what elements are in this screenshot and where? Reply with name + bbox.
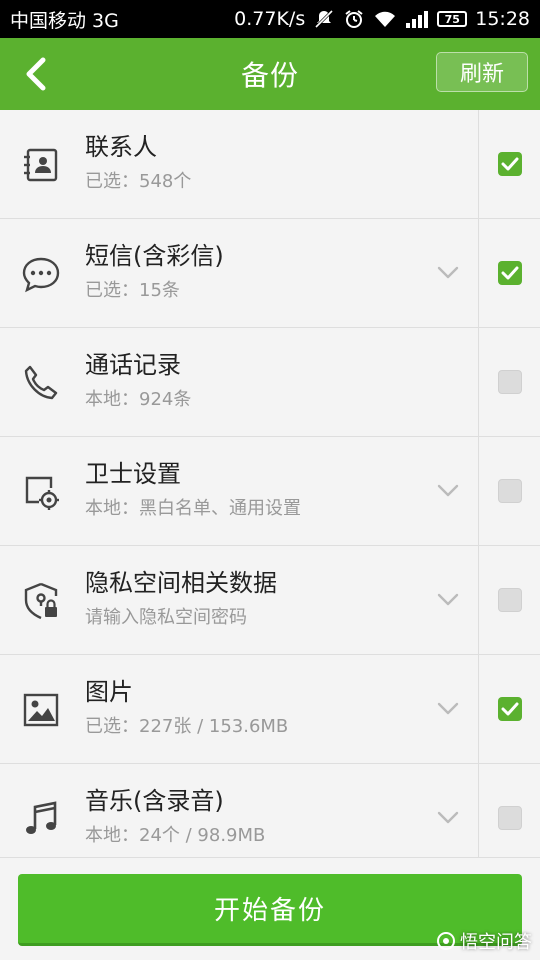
- item-text: 卫士设置本地：黑白名单、通用设置: [85, 459, 301, 521]
- item-name: 通话记录: [85, 351, 181, 379]
- item-checkbox[interactable]: [498, 806, 522, 830]
- backup-item-row[interactable]: 隐私空间相关数据请输入隐私空间密码: [0, 546, 540, 655]
- item-detail: 本地：924条: [85, 389, 192, 410]
- refresh-button[interactable]: 刷新: [436, 52, 528, 92]
- item-checkbox[interactable]: [498, 588, 522, 612]
- footer: 开始备份 悟空问答: [0, 857, 540, 960]
- image-icon: [20, 689, 62, 731]
- backup-item-list: 联系人 已选：548个 短信(含彩信) 已选：15条 通话记录 本地：924条 卫士设置 本地…: [0, 110, 540, 873]
- row-divider: [478, 764, 479, 872]
- item-name: 短信(含彩信): [85, 242, 224, 270]
- backup-item-row[interactable]: 图片已选：227张 / 153.6MB: [0, 655, 540, 764]
- item-detail: 已选：15条: [85, 280, 180, 301]
- item-checkbox[interactable]: [498, 370, 522, 394]
- item-text: 隐私空间相关数据请输入隐私空间密码: [85, 568, 277, 630]
- backup-item-row[interactable]: 短信(含彩信) 已选：15条: [0, 219, 540, 328]
- item-name: 图片: [85, 678, 133, 706]
- privacy-shield-icon: [20, 580, 62, 622]
- item-checkbox[interactable]: [498, 261, 522, 285]
- backup-screen: 中国移动 3G 0.77K/s 75 15:28 备份 刷新 联系人 已选：54…: [0, 0, 540, 960]
- chevron-down-icon[interactable]: [436, 263, 460, 283]
- row-divider: [478, 219, 479, 327]
- phone-icon: [20, 362, 62, 404]
- item-name: 音乐(含录音): [85, 787, 224, 815]
- row-divider: [478, 437, 479, 545]
- chevron-down-icon[interactable]: [436, 481, 460, 501]
- item-text: 短信(含彩信) 已选：15条: [85, 241, 224, 303]
- backup-item-row[interactable]: 联系人已选：548个: [0, 110, 540, 219]
- item-detail: 已选：227张 / 153.6MB: [85, 716, 289, 737]
- battery-icon: 75: [437, 11, 468, 27]
- item-detail: 请输入隐私空间密码: [85, 607, 247, 628]
- header-bar: 备份 刷新: [0, 38, 540, 110]
- chevron-down-icon[interactable]: [436, 590, 460, 610]
- notifications-muted-icon: [313, 8, 335, 30]
- item-text: 联系人已选：548个: [85, 132, 191, 194]
- status-bar: 中国移动 3G 0.77K/s 75 15:28: [0, 0, 540, 38]
- item-detail: 本地：黑白名单、通用设置: [85, 498, 301, 519]
- watermark-text: 悟空问答: [460, 932, 532, 953]
- signal-icon: [405, 9, 429, 29]
- item-checkbox[interactable]: [498, 479, 522, 503]
- sms-icon: [20, 253, 62, 295]
- item-text: 通话记录本地：924条: [85, 350, 191, 412]
- row-divider: [478, 546, 479, 654]
- backup-item-row[interactable]: 通话记录本地：924条: [0, 328, 540, 437]
- watermark-logo-icon: [437, 932, 455, 950]
- watermark: 悟空问答: [436, 928, 532, 954]
- network-speed: 0.77K/s: [234, 8, 306, 30]
- chevron-down-icon[interactable]: [436, 699, 460, 719]
- chevron-down-icon[interactable]: [436, 808, 460, 828]
- contacts-icon: [20, 144, 62, 186]
- item-name: 隐私空间相关数据: [85, 569, 277, 597]
- item-detail: 已选：548个: [85, 171, 192, 192]
- item-name: 联系人: [85, 133, 157, 161]
- item-checkbox[interactable]: [498, 697, 522, 721]
- backup-item-row[interactable]: 卫士设置本地：黑白名单、通用设置: [0, 437, 540, 546]
- alarm-icon: [343, 8, 365, 30]
- row-divider: [478, 328, 479, 436]
- wifi-icon: [373, 9, 397, 29]
- clock: 15:28: [475, 8, 530, 30]
- item-text: 图片已选：227张 / 153.6MB: [85, 677, 288, 739]
- item-checkbox[interactable]: [498, 152, 522, 176]
- item-text: 音乐(含录音) 本地：24个 / 98.9MB: [85, 786, 265, 848]
- carrier-label: 中国移动 3G: [10, 9, 119, 32]
- item-name: 卫士设置: [85, 460, 181, 488]
- status-bar-right: 0.77K/s 75 15:28: [234, 8, 530, 30]
- row-divider: [478, 110, 479, 218]
- settings-icon: [20, 471, 62, 513]
- music-icon: [20, 798, 62, 840]
- row-divider: [478, 655, 479, 763]
- item-detail: 本地：24个 / 98.9MB: [85, 825, 266, 846]
